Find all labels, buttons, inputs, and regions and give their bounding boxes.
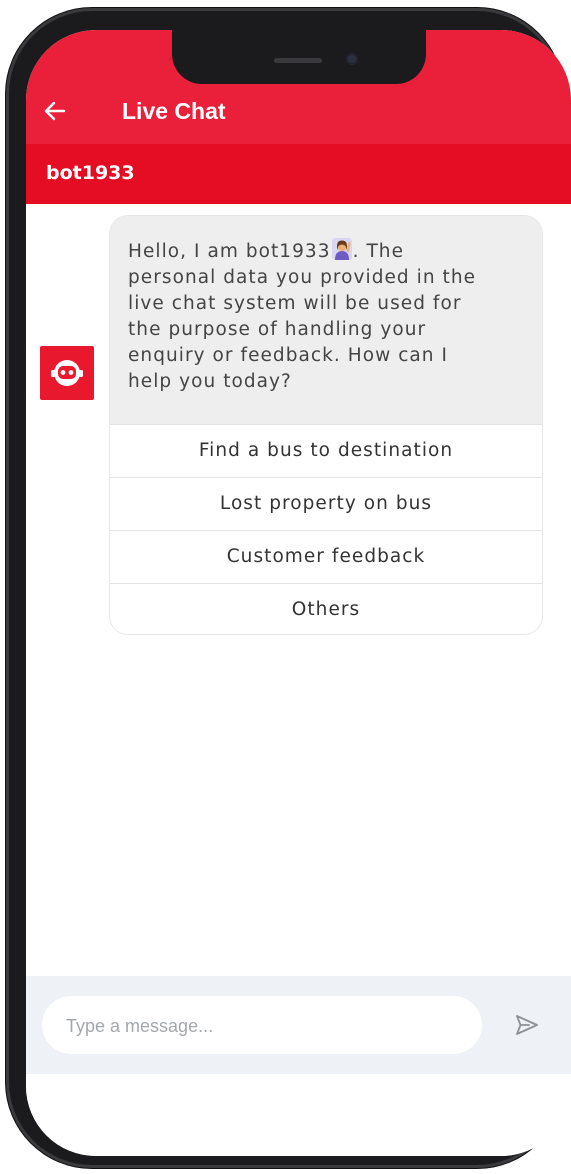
phone-frame: Live Chat bot1933 Hello, I am bot1933 . … — [6, 8, 571, 1168]
option-find-bus[interactable]: Find a bus to destination — [110, 424, 542, 477]
page-title: Live Chat — [122, 98, 226, 124]
message-line: personal data you provided in the — [128, 267, 477, 288]
message-input[interactable] — [64, 996, 468, 1056]
message-input-container — [42, 996, 482, 1056]
message-line: . The — [352, 241, 404, 262]
message-line: enquiry or feedback. How can I — [128, 345, 449, 366]
screen: Live Chat bot1933 Hello, I am bot1933 . … — [26, 30, 571, 1156]
send-icon[interactable] — [514, 1013, 540, 1037]
home-area — [26, 1074, 571, 1156]
bot-message: Hello, I am bot1933 . The personal data … — [110, 216, 542, 424]
message-line: live chat system will be used for — [128, 293, 462, 314]
message-line: help you today? — [128, 371, 292, 392]
robot-icon — [51, 360, 83, 386]
message-line: Hello, I am bot1933 — [128, 241, 331, 262]
bot-name-bar: bot1933 — [26, 144, 571, 204]
bot-message-card: Hello, I am bot1933 . The personal data … — [110, 216, 542, 634]
option-customer-feedback[interactable]: Customer feedback — [110, 530, 542, 583]
phone-notch — [172, 30, 426, 84]
arrow-left-icon[interactable] — [42, 98, 68, 124]
message-line: the purpose of handling your — [128, 319, 427, 340]
message-composer — [26, 976, 571, 1074]
person-raising-hand-icon — [331, 238, 352, 260]
option-others[interactable]: Others — [110, 583, 542, 634]
bot-name: bot1933 — [46, 162, 135, 184]
option-lost-property[interactable]: Lost property on bus — [110, 477, 542, 530]
front-camera — [346, 53, 358, 65]
speaker-grille — [274, 58, 322, 63]
bot-avatar — [40, 346, 94, 400]
